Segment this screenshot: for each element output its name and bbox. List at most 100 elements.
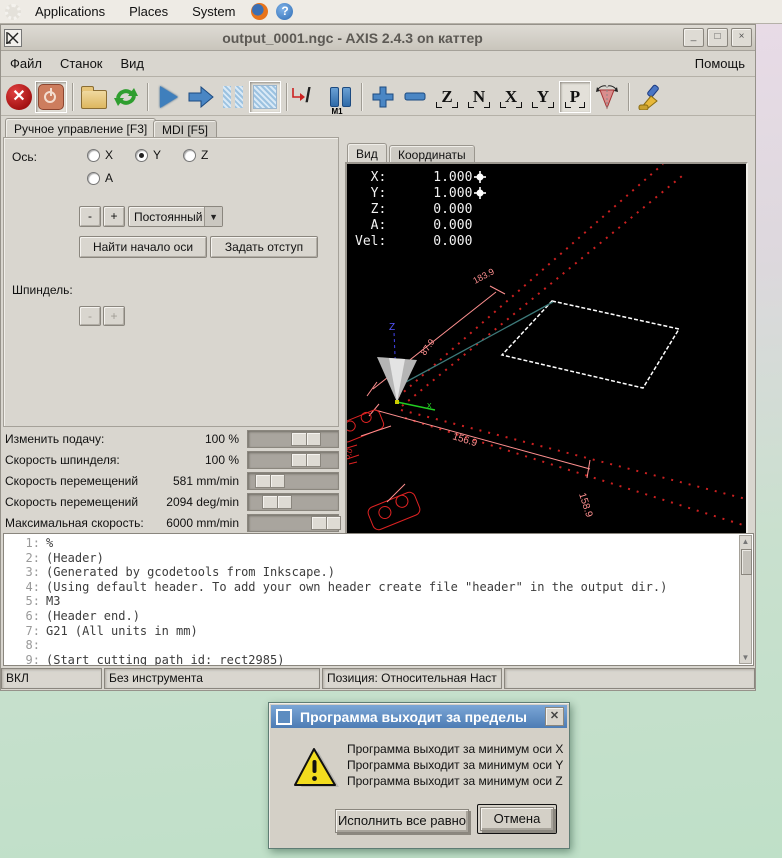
preview-canvas[interactable]: 183.9 87.9 156.9 158.9 0,0 bbox=[345, 162, 748, 553]
scroll-down-icon[interactable]: ▼ bbox=[741, 653, 750, 662]
gcode-line[interactable]: 2:(Header) bbox=[10, 551, 753, 566]
dro-row: A: 0.000 bbox=[355, 218, 486, 234]
spindle-override-slider[interactable] bbox=[247, 451, 339, 469]
max-velocity-label: Максимальная скорость: bbox=[5, 516, 144, 530]
dialog-titlebar[interactable]: Программа выходит за пределы ✕ bbox=[271, 705, 567, 728]
view-perspective-button[interactable]: P bbox=[559, 81, 591, 113]
pause-icon bbox=[223, 86, 243, 108]
optional-pause-button[interactable]: M1 bbox=[324, 81, 356, 113]
stop-button[interactable] bbox=[249, 81, 281, 113]
feed-override-slider[interactable] bbox=[247, 430, 339, 448]
applications-menu[interactable]: Applications bbox=[25, 1, 115, 22]
system-menu[interactable]: System bbox=[182, 1, 245, 22]
desktop-panel: Applications Places System ? bbox=[0, 0, 782, 24]
close-button[interactable]: × bbox=[731, 28, 752, 47]
manual-control-panel: Ось: X Y Z A - + Постоянный ▼ Найти нача… bbox=[3, 137, 339, 427]
titlebar[interactable]: output_0001.ngc - AXIS 2.4.3 on каттер _… bbox=[1, 25, 755, 51]
menu-view[interactable]: Вид bbox=[112, 52, 154, 75]
places-menu[interactable]: Places bbox=[119, 1, 178, 22]
maximize-button[interactable]: □ bbox=[707, 28, 728, 47]
toolbar-separator bbox=[286, 83, 287, 111]
slider-thumb[interactable] bbox=[262, 495, 292, 509]
gcode-line[interactable]: 1:% bbox=[10, 536, 753, 551]
view-x-button[interactable]: X bbox=[495, 81, 527, 113]
menu-machine[interactable]: Станок bbox=[51, 52, 112, 75]
jog-minus-button[interactable]: - bbox=[79, 206, 101, 227]
gcode-line[interactable]: 3:(Generated by gcodetools from Inkscape… bbox=[10, 565, 753, 580]
axis-radio-x[interactable]: X bbox=[87, 148, 113, 162]
minimize-button[interactable]: _ bbox=[683, 28, 704, 47]
axis-label: Ось: bbox=[12, 150, 37, 164]
scroll-thumb[interactable] bbox=[741, 549, 752, 575]
pause-button[interactable] bbox=[217, 81, 249, 113]
max-velocity-slider[interactable] bbox=[247, 514, 339, 532]
open-file-button[interactable] bbox=[78, 81, 110, 113]
step-button[interactable] bbox=[185, 81, 217, 113]
clear-plot-button[interactable] bbox=[634, 81, 666, 113]
cancel-button[interactable]: Отмена bbox=[480, 807, 554, 831]
gcode-line[interactable]: 5:M3 bbox=[10, 594, 753, 609]
dialog-title: Программа выходит за пределы bbox=[300, 709, 545, 725]
run-button[interactable] bbox=[153, 81, 185, 113]
max-velocity-row: Максимальная скорость: 6000 mm/min bbox=[1, 513, 339, 534]
view-y-button[interactable]: Y bbox=[527, 81, 559, 113]
angular-jog-speed-slider[interactable] bbox=[247, 493, 339, 511]
slider-thumb[interactable] bbox=[255, 474, 285, 488]
axis-radio-a[interactable]: A bbox=[87, 171, 113, 185]
home-axis-button[interactable]: Найти начало оси bbox=[79, 236, 207, 258]
toolbar-separator bbox=[361, 83, 362, 111]
dro-row: Z: 0.000 bbox=[355, 202, 486, 218]
scroll-up-icon[interactable]: ▲ bbox=[741, 537, 750, 546]
gcode-listing[interactable]: 1:%2:(Header)3:(Generated by gcodetools … bbox=[3, 533, 754, 666]
jog-plus-button[interactable]: + bbox=[103, 206, 125, 227]
slider-thumb[interactable] bbox=[311, 516, 341, 530]
run-anyway-button[interactable]: Исполнить все равно bbox=[335, 809, 469, 833]
radio-circle-icon bbox=[87, 172, 100, 185]
view-z2-button[interactable]: N bbox=[463, 81, 495, 113]
gcode-line[interactable]: 7:G21 (All units in mm) bbox=[10, 624, 753, 639]
tab-preview[interactable]: Вид bbox=[347, 143, 387, 164]
preview-area: Вид Координаты 183.9 87.9 bbox=[345, 137, 748, 553]
axis-radio-y[interactable]: Y bbox=[135, 148, 161, 162]
svg-text:158.9: 158.9 bbox=[576, 492, 594, 520]
zoom-out-button[interactable] bbox=[399, 81, 431, 113]
zoom-in-button[interactable] bbox=[367, 81, 399, 113]
spindle-minus-button[interactable]: - bbox=[79, 306, 101, 326]
skip-icon: / bbox=[305, 85, 311, 108]
dialog-close-icon[interactable]: ✕ bbox=[545, 707, 564, 726]
slider-thumb[interactable] bbox=[291, 432, 321, 446]
gcode-line[interactable]: 8: bbox=[10, 638, 753, 653]
feed-override-row: Изменить подачу: 100 % bbox=[1, 429, 339, 450]
jog-speed-value: 581 mm/min bbox=[173, 474, 239, 488]
gcode-line[interactable]: 4:(Using default header. To add your own… bbox=[10, 580, 753, 595]
touch-off-button[interactable]: Задать отступ bbox=[210, 236, 318, 258]
svg-text:0,0: 0,0 bbox=[347, 447, 355, 461]
menu-file[interactable]: Файл bbox=[1, 52, 51, 75]
estop-button[interactable]: ✕ bbox=[3, 81, 35, 113]
status-position-mode: Позиция: Относительная Наст bbox=[322, 668, 502, 689]
gcode-scrollbar[interactable]: ▲ ▼ bbox=[739, 535, 752, 664]
machine-power-button[interactable] bbox=[35, 81, 67, 113]
statusbar: ВКЛ Без инструмента Позиция: Относительн… bbox=[1, 668, 755, 689]
radio-circle-icon bbox=[183, 149, 196, 162]
reload-file-button[interactable] bbox=[110, 81, 142, 113]
rotate-view-button[interactable] bbox=[591, 81, 623, 113]
feed-override-value: 100 % bbox=[205, 432, 239, 446]
dialog-window-icon[interactable] bbox=[276, 709, 292, 725]
menu-help[interactable]: Помощь bbox=[685, 52, 755, 75]
axis-radio-z[interactable]: Z bbox=[183, 148, 208, 162]
skip-lines-button[interactable]: / bbox=[292, 81, 324, 113]
ubuntu-logo-icon[interactable] bbox=[5, 4, 21, 20]
toolbar-separator bbox=[628, 83, 629, 111]
tab-manual-control[interactable]: Ручное управление [F3] bbox=[5, 118, 156, 139]
jog-speed-slider[interactable] bbox=[247, 472, 339, 490]
spindle-override-label: Скорость шпинделя: bbox=[5, 453, 120, 467]
gcode-line[interactable]: 6:(Header end.) bbox=[10, 609, 753, 624]
slider-thumb[interactable] bbox=[291, 453, 321, 467]
gcode-line[interactable]: 9:(Start cutting path id: rect2985) bbox=[10, 653, 753, 666]
help-icon[interactable]: ? bbox=[276, 3, 293, 20]
jog-mode-select[interactable]: Постоянный ▼ bbox=[128, 206, 223, 227]
firefox-icon[interactable] bbox=[251, 3, 268, 20]
view-z-button[interactable]: Z bbox=[431, 81, 463, 113]
spindle-plus-button[interactable]: + bbox=[103, 306, 125, 326]
